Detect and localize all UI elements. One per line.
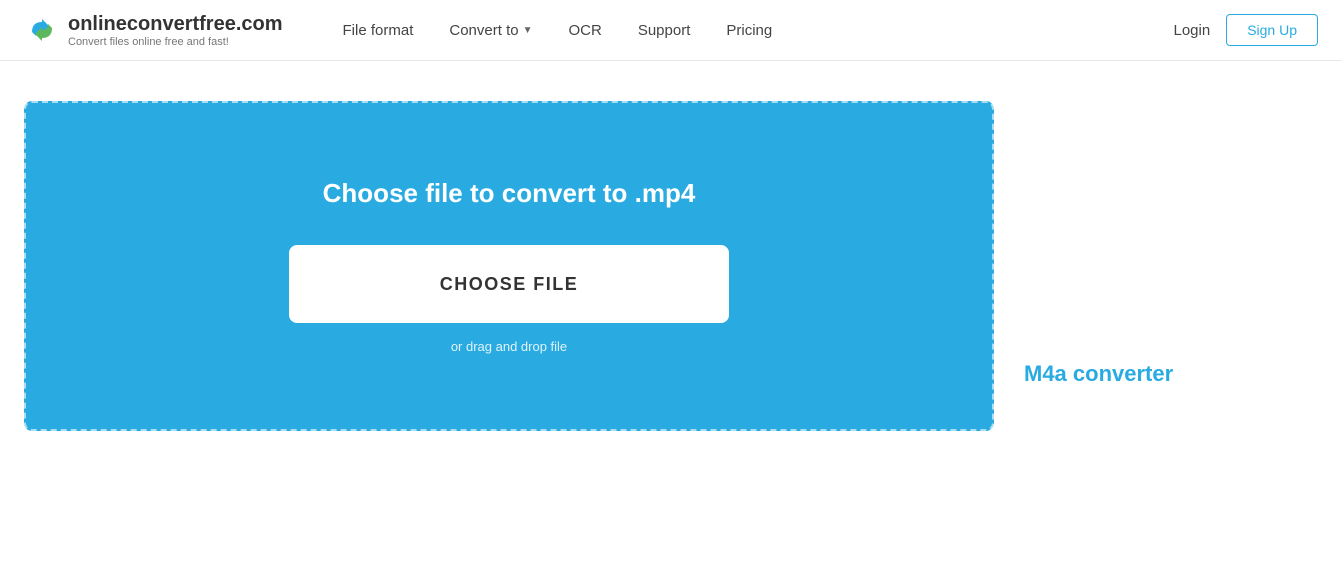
upload-box: Choose file to convert to .mp4 CHOOSE FI…	[24, 101, 994, 431]
nav-ocr[interactable]: OCR	[568, 22, 601, 39]
nav-convert-to[interactable]: Convert to ▼	[449, 22, 532, 39]
nav-pricing[interactable]: Pricing	[726, 22, 772, 39]
header: onlineconvertfree.com Convert files onli…	[0, 0, 1342, 61]
main-nav: File format Convert to ▼ OCR Support Pri…	[343, 22, 1174, 39]
choose-file-button[interactable]: CHOOSE FILE	[289, 245, 729, 323]
logo-icon	[24, 12, 60, 48]
sidebar: M4a converter	[1024, 101, 1173, 387]
nav-support[interactable]: Support	[638, 22, 691, 39]
logo-link[interactable]: onlineconvertfree.com Convert files onli…	[24, 12, 283, 48]
drag-drop-text: or drag and drop file	[451, 339, 567, 354]
logo-title: onlineconvertfree.com	[68, 13, 283, 36]
nav-file-format[interactable]: File format	[343, 22, 414, 39]
logo-text-area: onlineconvertfree.com Convert files onli…	[68, 13, 283, 48]
auth-area: Login Sign Up	[1173, 14, 1318, 46]
sidebar-converter-title: M4a converter	[1024, 361, 1173, 386]
main-content: Choose file to convert to .mp4 CHOOSE FI…	[0, 61, 1342, 431]
signup-button[interactable]: Sign Up	[1226, 14, 1318, 46]
upload-heading: Choose file to convert to .mp4	[323, 178, 696, 209]
login-link[interactable]: Login	[1173, 22, 1210, 39]
logo-subtitle: Convert files online free and fast!	[68, 36, 283, 48]
chevron-down-icon: ▼	[523, 25, 533, 36]
